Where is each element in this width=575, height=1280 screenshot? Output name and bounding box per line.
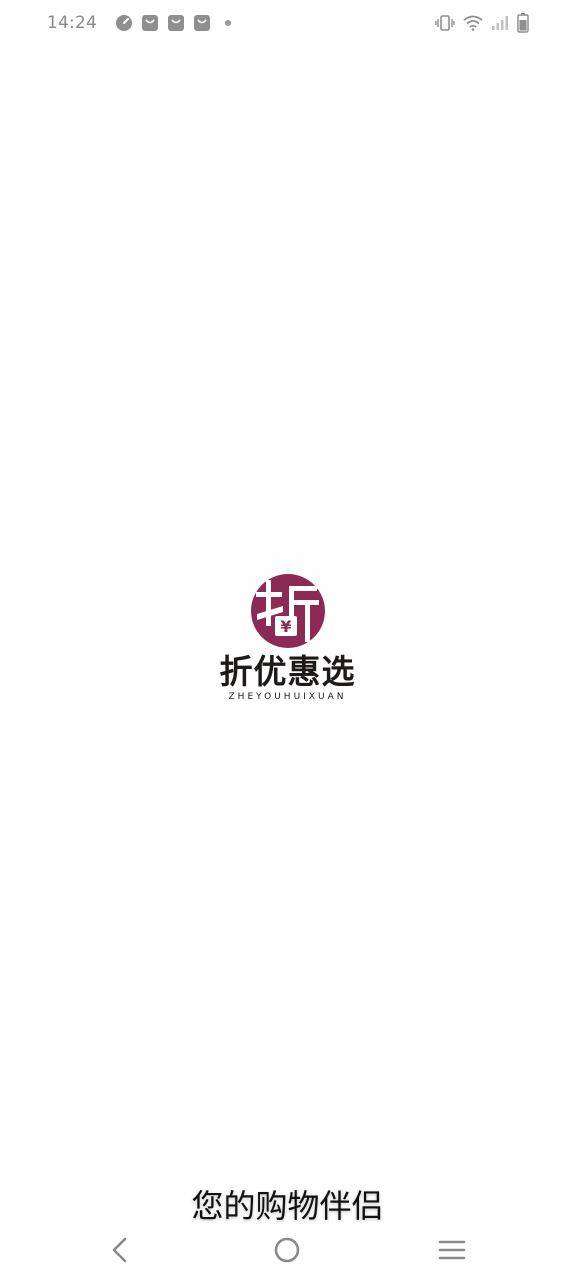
wifi-icon [463, 15, 483, 31]
menu-button[interactable] [436, 1234, 468, 1266]
menu-icon [438, 1240, 466, 1260]
status-time: 14:24 [47, 13, 97, 33]
brand-name: 折优惠选 [219, 652, 356, 691]
logo-mark-icon: ¥ [250, 574, 325, 648]
home-icon [274, 1237, 300, 1263]
back-button[interactable] [104, 1234, 136, 1266]
app-logo: ¥ 折优惠选 ZHEYOUHUIXUAN [0, 572, 575, 712]
slogan-text: 您的购物伴侣 [191, 1187, 384, 1225]
shopping-bag-icon [167, 14, 185, 32]
navigation-bar [0, 1228, 575, 1272]
cell-signal-icon [491, 15, 509, 31]
speedometer-icon [115, 14, 133, 32]
battery-icon [517, 13, 529, 33]
status-right [435, 13, 529, 33]
splash-screen: 14:24 ¥ 折优惠选 ZHEYOUHUIXUAN 您的购物伴侣 [0, 0, 575, 1280]
shopping-bag-icon [141, 14, 159, 32]
status-left: 14:24 [47, 13, 231, 33]
back-icon [112, 1237, 127, 1263]
yen-glyph: ¥ [280, 617, 291, 636]
home-button[interactable] [271, 1234, 303, 1266]
status-bar: 14:24 [0, 0, 575, 46]
dot-icon [225, 20, 231, 26]
vibrate-icon [435, 15, 455, 31]
brand-pinyin: ZHEYOUHUIXUAN [228, 692, 347, 702]
shopping-bag-icon [193, 14, 211, 32]
